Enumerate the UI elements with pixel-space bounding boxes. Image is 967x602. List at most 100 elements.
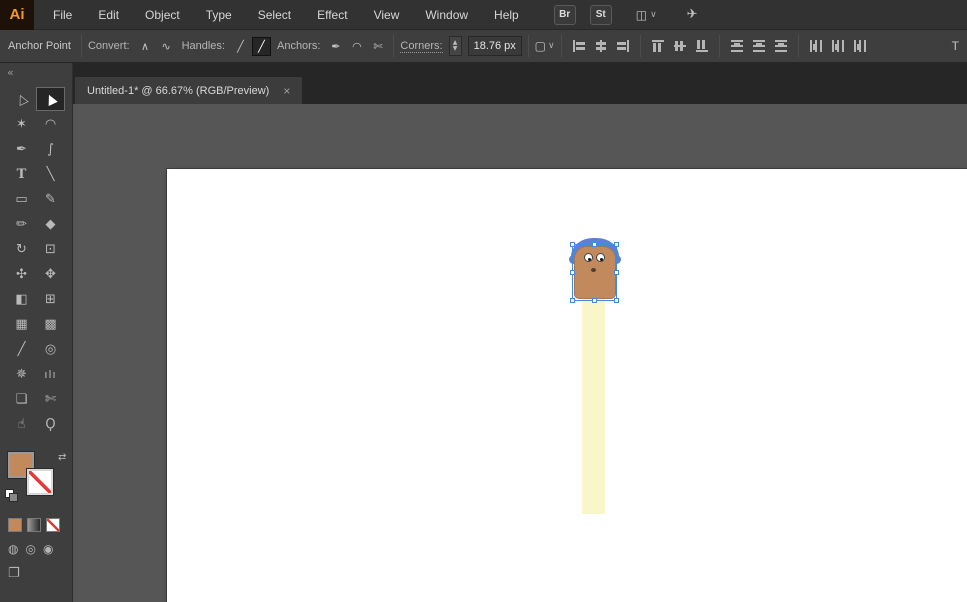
menu-item[interactable]: Window — [412, 0, 481, 29]
none-button[interactable] — [46, 518, 60, 532]
stepper-down-icon[interactable]: ▼ — [453, 46, 458, 52]
distribute-top-icon[interactable] — [729, 39, 745, 53]
gradient-button[interactable] — [27, 518, 41, 532]
gpu-performance-icon[interactable]: ✈ — [687, 7, 698, 22]
selection-handle[interactable] — [591, 242, 597, 247]
zoom-tool[interactable]: Ϙ — [36, 412, 65, 436]
menu-item[interactable]: File — [40, 0, 85, 29]
hand-tool[interactable]: ☝ — [7, 412, 36, 436]
selection-handle[interactable] — [570, 298, 575, 303]
stroke-swatch-none[interactable] — [27, 469, 53, 495]
vertical-align-middle-icon[interactable] — [672, 39, 688, 53]
vertical-align-top-icon[interactable] — [650, 39, 666, 53]
distribute-right-icon[interactable] — [852, 39, 868, 53]
tool-glyph-icon: ✏ — [16, 216, 27, 232]
screen-mode-icon[interactable]: ❐ — [8, 566, 64, 581]
direct-selection-tool[interactable]: ▷ — [7, 87, 36, 111]
draw-inside-icon[interactable]: ◉ — [43, 542, 53, 556]
workspace-switcher[interactable]: ◫ ∨ — [636, 8, 657, 22]
menu-item[interactable]: Object — [132, 0, 193, 29]
document-tab[interactable]: Untitled-1* @ 66.67% (RGB/Preview) × — [75, 77, 303, 104]
menu-item[interactable]: Effect — [304, 0, 360, 29]
curvature-tool[interactable]: ∫ — [36, 137, 65, 161]
selection-handle[interactable] — [570, 242, 575, 247]
vertical-distribute-group — [726, 39, 792, 53]
collapse-panel-icon[interactable]: « — [0, 63, 72, 81]
selection-handle[interactable] — [591, 298, 597, 303]
draw-behind-icon[interactable]: ◎ — [25, 542, 35, 556]
pen-tool[interactable]: ✒ — [7, 137, 36, 161]
horizontal-align-right-icon[interactable] — [615, 39, 631, 53]
width-tool[interactable]: ✣ — [7, 262, 36, 286]
tool-glyph-icon: ◆ — [45, 216, 56, 232]
tool-glyph-icon: Ϙ — [45, 416, 56, 432]
eraser-tool[interactable]: ◆ — [36, 212, 65, 236]
mesh-tool[interactable]: ▦ — [7, 312, 36, 336]
menu-bar: Ai File Edit Object Type Select Effect V… — [0, 0, 967, 30]
lasso-tool[interactable]: ◠ — [36, 112, 65, 136]
distribute-middle-icon[interactable] — [751, 39, 767, 53]
horizontal-align-center-icon[interactable] — [593, 39, 609, 53]
corners-link[interactable]: Corners: — [400, 40, 443, 53]
column-graph-tool[interactable]: ılı — [36, 362, 65, 386]
tool-glyph-icon: ↻ — [16, 241, 27, 257]
slice-tool[interactable]: ✄ — [36, 387, 65, 411]
gradient-tool[interactable]: ▩ — [36, 312, 65, 336]
scale-tool[interactable]: ⊡ — [36, 237, 65, 261]
cut-path-icon[interactable]: ✄ — [368, 37, 387, 56]
shape-builder-tool[interactable]: ◧ — [7, 287, 36, 311]
remove-anchor-icon[interactable]: ✒ — [326, 37, 345, 56]
rotate-tool[interactable]: ↻ — [7, 237, 36, 261]
default-stroke-mini — [10, 494, 17, 501]
menu-item[interactable]: Type — [193, 0, 245, 29]
vertical-align-bottom-icon[interactable] — [694, 39, 710, 53]
close-tab-icon[interactable]: × — [283, 84, 290, 98]
convert-to-smooth-icon[interactable]: ∿ — [157, 37, 176, 56]
tool-glyph-icon: ▭ — [15, 191, 28, 207]
convert-to-corner-icon[interactable]: ∧ — [136, 37, 155, 56]
show-handles-icon[interactable]: ╱ — [251, 36, 271, 56]
selection-tool[interactable]: ▶ — [36, 87, 65, 111]
color-button[interactable] — [8, 518, 22, 532]
selection-handle[interactable] — [614, 242, 619, 247]
menu-item[interactable]: Edit — [85, 0, 132, 29]
distribute-left-icon[interactable] — [808, 39, 824, 53]
selection-handle[interactable] — [614, 298, 619, 303]
swap-fill-stroke-icon[interactable]: ⇄ — [58, 452, 66, 463]
corners-value-input[interactable] — [467, 36, 522, 56]
eyedropper-tool[interactable]: ╱ — [7, 337, 36, 361]
default-fill-stroke-icon[interactable] — [6, 488, 20, 502]
type-tool[interactable]: T — [7, 162, 36, 186]
character-body-rect[interactable] — [582, 299, 605, 514]
tool-glyph-icon: ▩ — [44, 316, 57, 332]
app-logo: Ai — [0, 0, 34, 30]
distribute-bottom-icon[interactable] — [773, 39, 789, 53]
perspective-grid-tool[interactable]: ⊞ — [36, 287, 65, 311]
paintbrush-tool[interactable]: ✎ — [36, 187, 65, 211]
corners-stepper[interactable]: ▲ ▼ — [448, 36, 462, 56]
menu-item[interactable]: View — [361, 0, 413, 29]
isolate-selected-object-button[interactable]: ▢ ∨ — [535, 39, 555, 53]
shaper-tool[interactable]: ✏ — [7, 212, 36, 236]
isolate-object-icon: ▢ — [534, 39, 546, 53]
bridge-button[interactable]: Br — [553, 4, 576, 25]
artboard[interactable] — [167, 169, 967, 602]
menu-item[interactable]: Help — [481, 0, 532, 29]
free-transform-tool[interactable]: ✥ — [36, 262, 65, 286]
connect-anchors-icon[interactable]: ◠ — [347, 37, 366, 56]
blend-tool[interactable]: ◎ — [36, 337, 65, 361]
hide-handles-icon[interactable]: ╱ — [231, 37, 250, 56]
horizontal-align-left-icon[interactable] — [571, 39, 587, 53]
rectangle-tool[interactable]: ▭ — [7, 187, 36, 211]
magic-wand-tool[interactable]: ✶ — [7, 112, 36, 136]
selection-handle[interactable] — [570, 269, 575, 275]
symbol-sprayer-tool[interactable]: ✵ — [7, 362, 36, 386]
distribute-center-icon[interactable] — [830, 39, 846, 53]
stock-button[interactable]: St — [589, 4, 612, 25]
artboard-tool[interactable]: ❏ — [7, 387, 36, 411]
canvas-pasteboard[interactable] — [73, 104, 967, 602]
draw-normal-icon[interactable]: ◍ — [8, 542, 18, 556]
menu-item[interactable]: Select — [245, 0, 304, 29]
selection-handle[interactable] — [614, 269, 619, 275]
line-segment-tool[interactable]: ╲ — [36, 162, 65, 186]
